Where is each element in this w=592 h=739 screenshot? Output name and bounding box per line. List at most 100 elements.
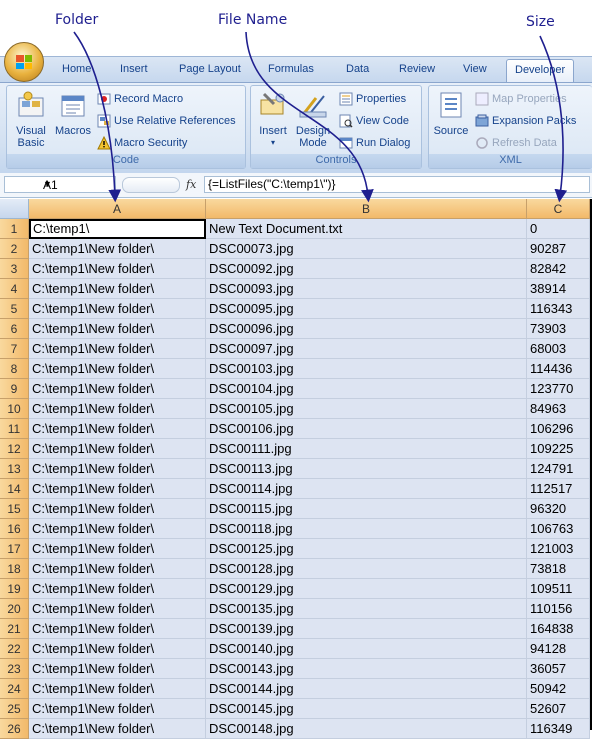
cell-folder[interactable]: C:\temp1\New folder\ (29, 379, 206, 399)
map-properties-button[interactable]: Map Properties (475, 92, 567, 106)
row-header[interactable]: 3 (0, 259, 29, 279)
cell-size[interactable]: 109511 (527, 579, 590, 599)
tab-developer[interactable]: Developer (506, 59, 575, 83)
cell-file-name[interactable]: DSC00114.jpg (206, 479, 527, 499)
row-header[interactable]: 11 (0, 419, 29, 439)
expansion-packs-button[interactable]: Expansion Packs (475, 114, 576, 128)
macros-button[interactable]: Macros (53, 90, 93, 137)
cell-folder[interactable]: C:\temp1\New folder\ (29, 579, 206, 599)
row-header[interactable]: 16 (0, 519, 29, 539)
cell-size[interactable]: 38914 (527, 279, 590, 299)
cell-folder[interactable]: C:\temp1\New folder\ (29, 699, 206, 719)
cell-folder[interactable]: C:\temp1\New folder\ (29, 359, 206, 379)
row-header[interactable]: 15 (0, 499, 29, 519)
cell-folder[interactable]: C:\temp1\New folder\ (29, 659, 206, 679)
tab-page-layout[interactable]: Page Layout (179, 63, 241, 75)
name-box[interactable]: A1 ▼ (4, 176, 116, 193)
row-header[interactable]: 8 (0, 359, 29, 379)
cell-size[interactable]: 109225 (527, 439, 590, 459)
row-header[interactable]: 20 (0, 599, 29, 619)
cell-size[interactable]: 73903 (527, 319, 590, 339)
row-header[interactable]: 4 (0, 279, 29, 299)
cell-size[interactable]: 0 (527, 219, 590, 239)
row-header[interactable]: 6 (0, 319, 29, 339)
cell-folder[interactable]: C:\temp1\New folder\ (29, 299, 206, 319)
design-mode-button[interactable]: Design Mode (293, 90, 333, 149)
row-header[interactable]: 14 (0, 479, 29, 499)
cell-folder[interactable]: C:\temp1\New folder\ (29, 599, 206, 619)
cell-folder[interactable]: C:\temp1\New folder\ (29, 259, 206, 279)
cell-folder[interactable]: C:\temp1\New folder\ (29, 279, 206, 299)
cell-file-name[interactable]: DSC00118.jpg (206, 519, 527, 539)
cell-size[interactable]: 84963 (527, 399, 590, 419)
formula-bar-resize-handle[interactable] (122, 177, 180, 193)
cell-folder[interactable]: C:\temp1\New folder\ (29, 619, 206, 639)
cell-file-name[interactable]: DSC00144.jpg (206, 679, 527, 699)
row-header[interactable]: 23 (0, 659, 29, 679)
cell-size[interactable]: 116343 (527, 299, 590, 319)
cell-size[interactable]: 116349 (527, 719, 590, 739)
cell-folder[interactable]: C:\temp1\New folder\ (29, 719, 206, 739)
cell-size[interactable]: 121003 (527, 539, 590, 559)
cell-size[interactable]: 124791 (527, 459, 590, 479)
tab-home[interactable]: Home (62, 63, 91, 75)
cell-file-name[interactable]: New Text Document.txt (206, 219, 527, 239)
row-header[interactable]: 26 (0, 719, 29, 739)
cell-file-name[interactable]: DSC00093.jpg (206, 279, 527, 299)
cell-folder[interactable]: C:\temp1\New folder\ (29, 399, 206, 419)
insert-control-button[interactable]: Insert ▾ (255, 90, 291, 149)
macro-security-button[interactable]: Macro Security (97, 136, 187, 150)
cell-folder[interactable]: C:\temp1\New folder\ (29, 539, 206, 559)
view-code-button[interactable]: View Code (339, 114, 409, 128)
cell-folder[interactable]: C:\temp1\ (29, 219, 206, 239)
cell-size[interactable]: 50942 (527, 679, 590, 699)
cell-size[interactable]: 73818 (527, 559, 590, 579)
cell-size[interactable]: 110156 (527, 599, 590, 619)
cell-folder[interactable]: C:\temp1\New folder\ (29, 239, 206, 259)
cell-file-name[interactable]: DSC00129.jpg (206, 579, 527, 599)
tab-data[interactable]: Data (346, 63, 369, 75)
cell-folder[interactable]: C:\temp1\New folder\ (29, 339, 206, 359)
cell-file-name[interactable]: DSC00148.jpg (206, 719, 527, 739)
row-header[interactable]: 19 (0, 579, 29, 599)
row-header[interactable]: 17 (0, 539, 29, 559)
run-dialog-button[interactable]: Run Dialog (339, 136, 410, 150)
refresh-data-button[interactable]: Refresh Data (475, 136, 557, 150)
cell-size[interactable]: 82842 (527, 259, 590, 279)
cell-folder[interactable]: C:\temp1\New folder\ (29, 459, 206, 479)
cell-file-name[interactable]: DSC00106.jpg (206, 419, 527, 439)
formula-input[interactable]: {=ListFiles("C:\temp1\")} (204, 176, 590, 193)
tab-review[interactable]: Review (399, 63, 435, 75)
cell-file-name[interactable]: DSC00105.jpg (206, 399, 527, 419)
cell-file-name[interactable]: DSC00135.jpg (206, 599, 527, 619)
properties-button[interactable]: Properties (339, 92, 406, 106)
select-all-corner[interactable] (0, 199, 29, 219)
cell-size[interactable]: 114436 (527, 359, 590, 379)
cell-size[interactable]: 96320 (527, 499, 590, 519)
cell-size[interactable]: 90287 (527, 239, 590, 259)
cell-file-name[interactable]: DSC00073.jpg (206, 239, 527, 259)
row-header[interactable]: 22 (0, 639, 29, 659)
cell-size[interactable]: 106763 (527, 519, 590, 539)
name-box-dropdown-icon[interactable]: ▼ (43, 179, 113, 189)
cell-file-name[interactable]: DSC00096.jpg (206, 319, 527, 339)
column-header-a[interactable]: A (29, 199, 206, 219)
cell-folder[interactable]: C:\temp1\New folder\ (29, 559, 206, 579)
use-relative-references-button[interactable]: Use Relative References (97, 114, 236, 128)
cell-folder[interactable]: C:\temp1\New folder\ (29, 439, 206, 459)
row-header[interactable]: 25 (0, 699, 29, 719)
cell-folder[interactable]: C:\temp1\New folder\ (29, 499, 206, 519)
row-header[interactable]: 1 (0, 219, 29, 239)
cell-folder[interactable]: C:\temp1\New folder\ (29, 419, 206, 439)
cell-size[interactable]: 36057 (527, 659, 590, 679)
row-header[interactable]: 12 (0, 439, 29, 459)
office-button[interactable] (4, 42, 44, 82)
row-header[interactable]: 5 (0, 299, 29, 319)
cell-file-name[interactable]: DSC00103.jpg (206, 359, 527, 379)
cell-file-name[interactable]: DSC00111.jpg (206, 439, 527, 459)
cell-folder[interactable]: C:\temp1\New folder\ (29, 319, 206, 339)
cell-folder[interactable]: C:\temp1\New folder\ (29, 679, 206, 699)
row-header[interactable]: 10 (0, 399, 29, 419)
row-header[interactable]: 9 (0, 379, 29, 399)
row-header[interactable]: 21 (0, 619, 29, 639)
